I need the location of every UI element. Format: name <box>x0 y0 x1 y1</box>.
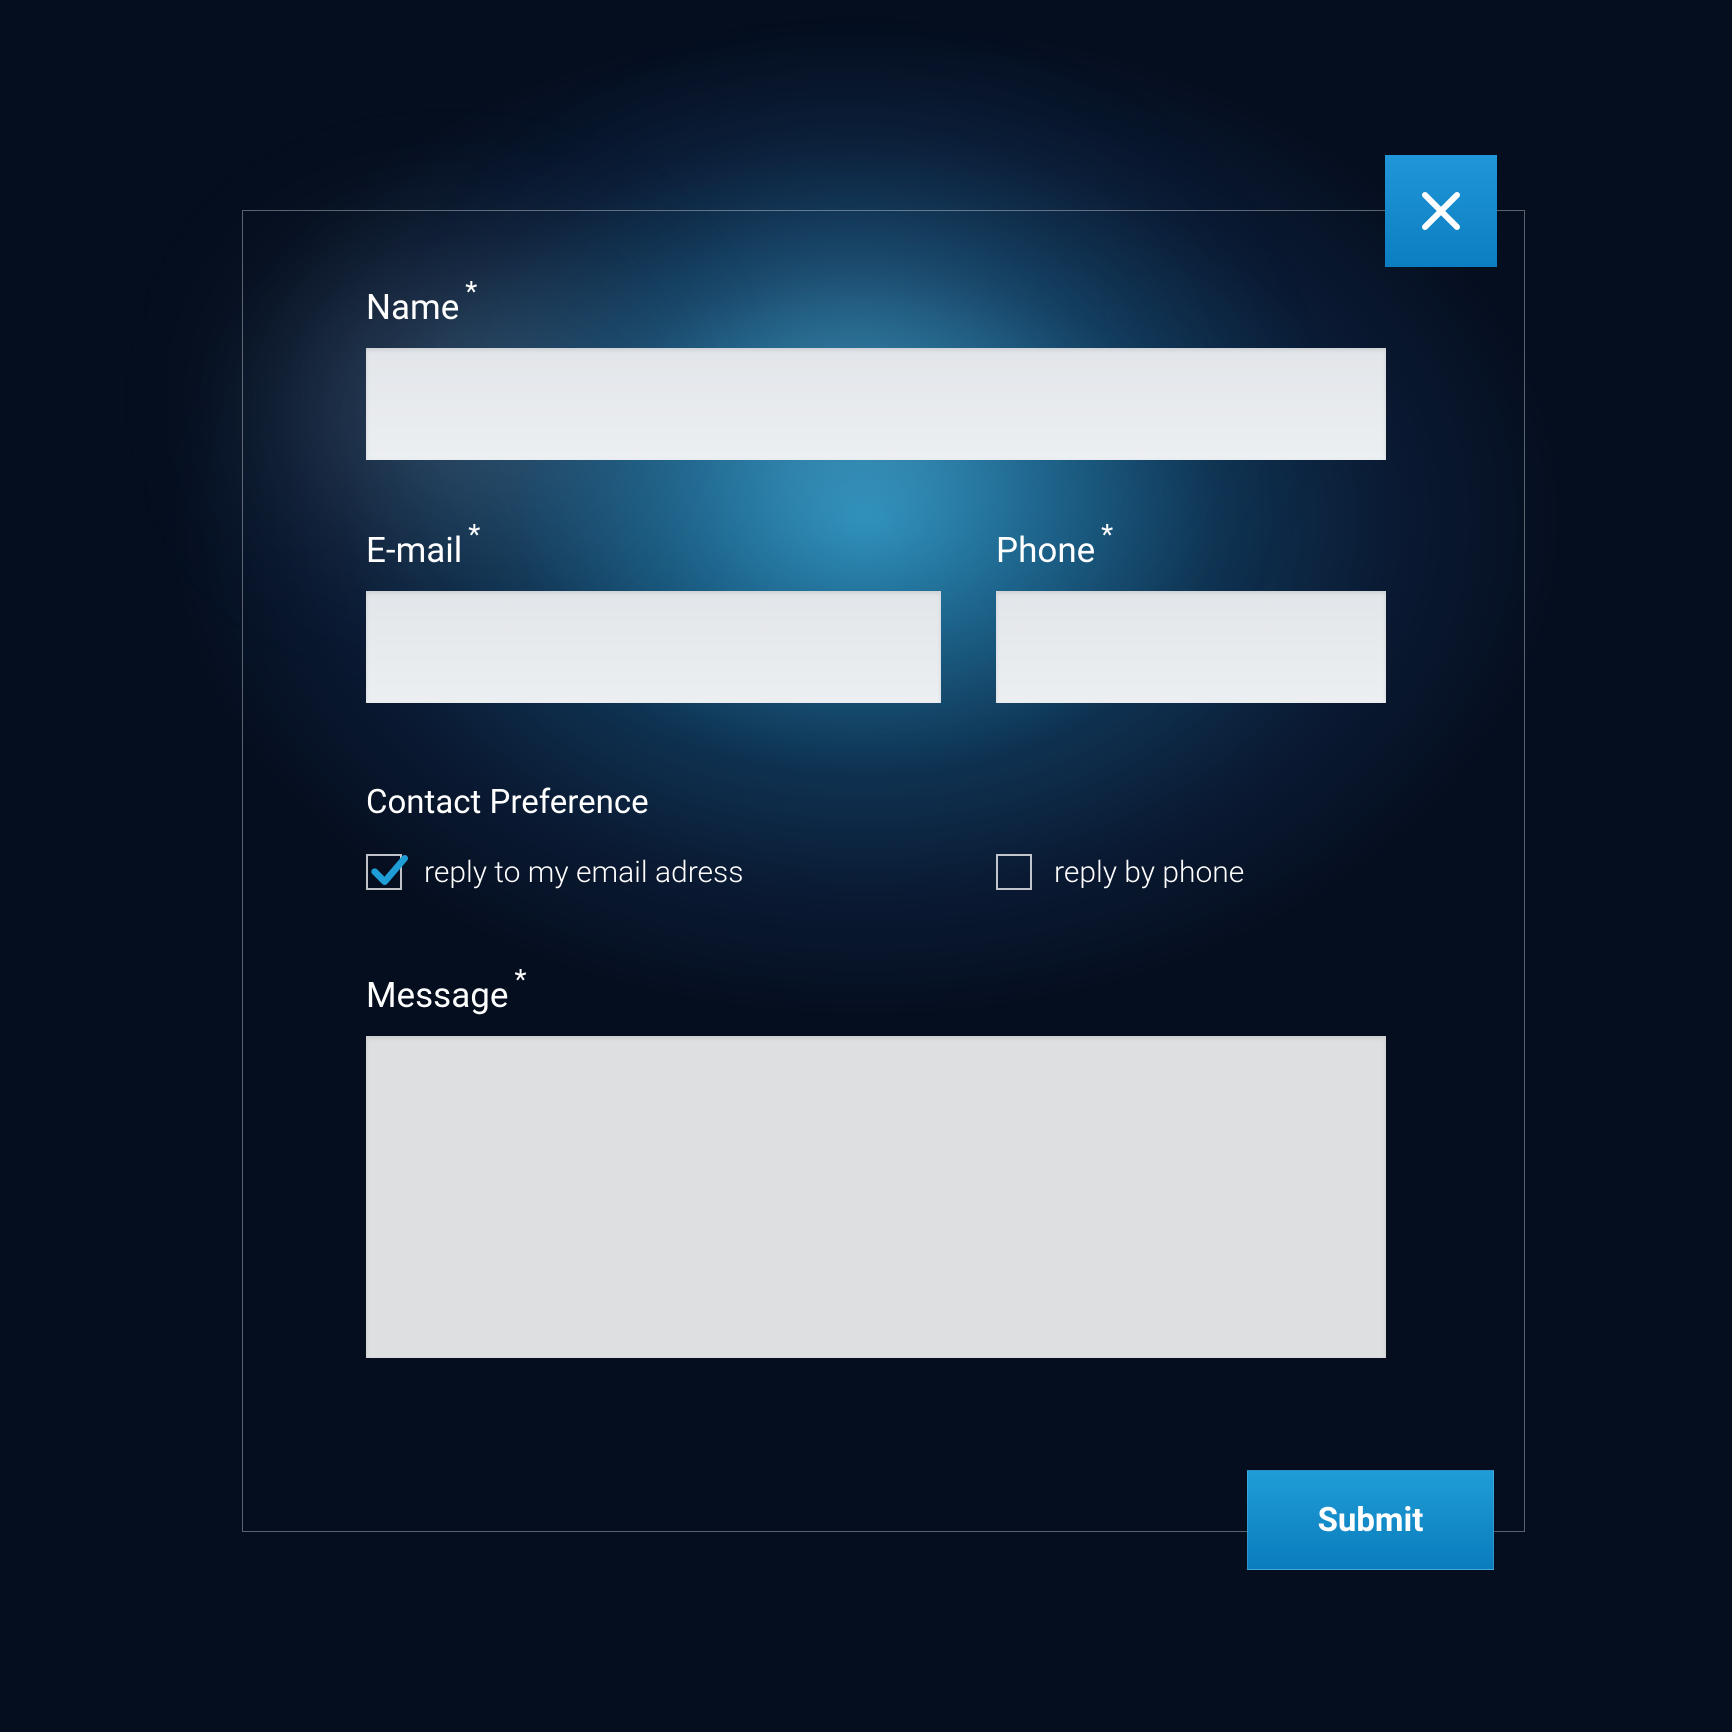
phone-label: Phone* <box>996 530 1095 571</box>
submit-label: Submit <box>1318 1501 1424 1540</box>
message-field: Message* <box>366 975 1386 1362</box>
checkbox-email[interactable] <box>366 854 402 890</box>
close-icon <box>1417 187 1465 235</box>
phone-field: Phone* <box>996 530 1386 703</box>
name-label: Name* <box>366 287 459 328</box>
message-label-text: Message <box>366 975 509 1016</box>
email-field: E-mail* <box>366 530 941 703</box>
message-label: Message* <box>366 975 509 1016</box>
required-asterisk: * <box>468 518 480 551</box>
message-input[interactable] <box>366 1036 1386 1358</box>
email-label: E-mail* <box>366 530 462 571</box>
pref-phone-label: reply by phone <box>1054 855 1244 890</box>
pref-option-email[interactable]: reply to my email adress <box>366 854 996 890</box>
name-input[interactable] <box>366 348 1386 460</box>
close-button[interactable] <box>1385 155 1497 267</box>
required-asterisk: * <box>465 275 477 308</box>
email-input[interactable] <box>366 591 941 703</box>
contact-form: Name* E-mail* Phone* Contact Preference <box>366 287 1386 1362</box>
contact-preference-section: Contact Preference reply to my email adr… <box>366 783 1386 890</box>
name-label-text: Name <box>366 287 459 328</box>
submit-button[interactable]: Submit <box>1247 1470 1494 1570</box>
required-asterisk: * <box>514 963 526 996</box>
pref-option-phone[interactable]: reply by phone <box>996 854 1244 890</box>
name-field: Name* <box>366 287 1386 460</box>
phone-label-text: Phone <box>996 530 1095 571</box>
contact-preference-title: Contact Preference <box>366 783 1386 822</box>
email-label-text: E-mail <box>366 530 462 571</box>
checkbox-phone[interactable] <box>996 854 1032 890</box>
required-asterisk: * <box>1101 518 1113 551</box>
check-icon <box>368 850 408 890</box>
phone-input[interactable] <box>996 591 1386 703</box>
pref-email-label: reply to my email adress <box>424 855 743 890</box>
